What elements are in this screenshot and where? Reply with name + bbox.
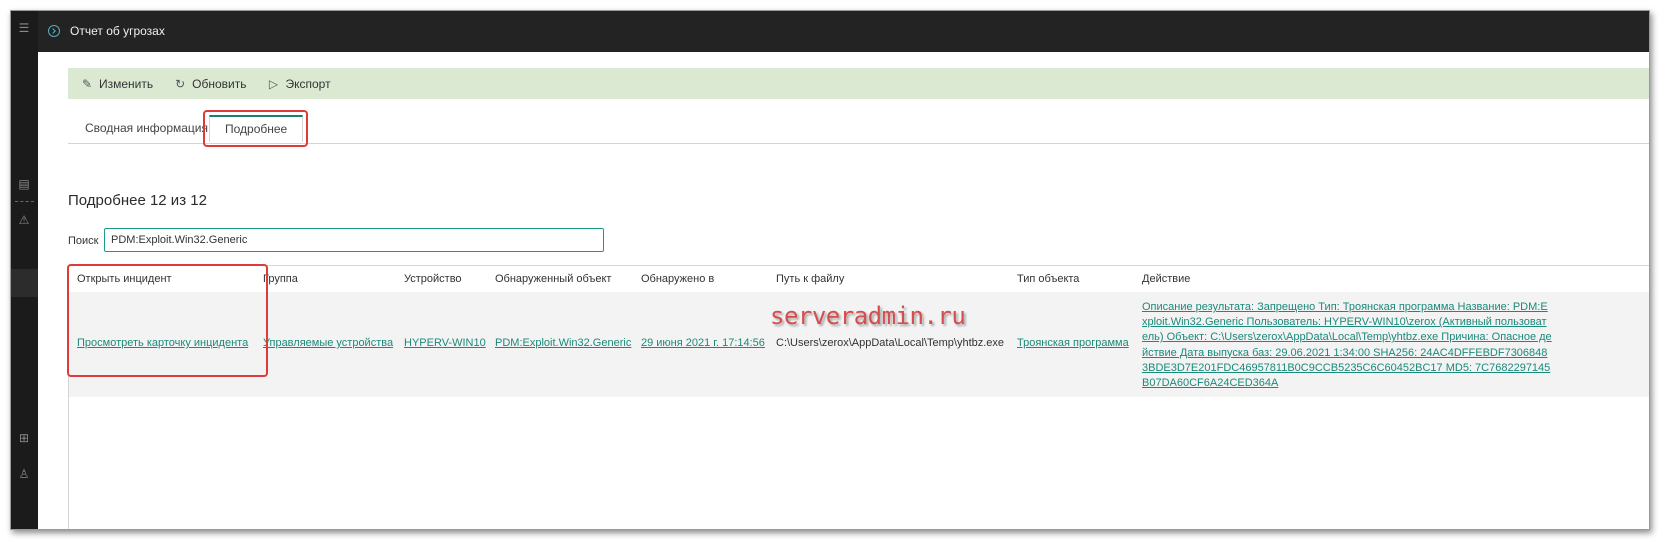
tab-details[interactable]: Подробнее [209,115,304,142]
search-label: Поиск [68,235,99,247]
pencil-icon: ✎ [81,76,93,91]
list-icon[interactable]: ▤ [17,177,31,191]
group-link[interactable]: Управляемые устройства [263,337,393,349]
back-icon[interactable] [48,25,60,37]
window-title: Отчет об угрозах [70,24,165,38]
user-icon[interactable]: ♙ [17,467,31,481]
export-button[interactable]: ▷ Экспорт [266,76,331,91]
column-device[interactable]: Устройство [404,273,462,285]
table-header: Открыть инцидент Группа Устройство Обнар… [69,265,1649,293]
object-link[interactable]: PDM:Exploit.Win32.Generic [495,337,631,349]
object-type-link[interactable]: Троянская программа [1017,337,1129,349]
play-icon: ▷ [268,76,279,91]
details-title: Подробнее 12 из 12 [68,192,207,209]
column-action[interactable]: Действие [1142,273,1190,285]
export-button-label: Экспорт [285,76,331,91]
search-input[interactable] [104,228,604,252]
action-description-link[interactable]: Описание результата: Запрещено Тип: Троя… [1142,300,1552,391]
detected-at-link[interactable]: 29 июня 2021 г. 17:14:56 [641,337,765,349]
main-content: ✎ Изменить ↻ Обновить ▷ Экспорт Сводная … [38,52,1649,529]
nav-divider [15,201,34,202]
tab-bar: Сводная информация Подробнее [68,110,1649,144]
column-detected-object[interactable]: Обнаруженный объект [495,273,611,285]
device-link[interactable]: HYPERV-WIN10 [404,337,486,349]
column-object-type[interactable]: Тип объекта [1017,273,1079,285]
menu-icon[interactable]: ☰ [17,21,31,35]
left-nav-bar: ☰ ▤ ⚠ ⊞ ♙ [11,11,38,529]
warning-icon[interactable]: ⚠ [17,213,31,227]
file-path-text: C:\Users\zerox\AppData\Local\Temp\yhtbz.… [776,337,1005,349]
watermark-text: serveradmin.ru [770,302,966,330]
tab-summary[interactable]: Сводная информация [85,121,208,135]
column-group[interactable]: Группа [263,273,298,285]
nav-active-item[interactable] [11,269,38,297]
edit-button-label: Изменить [99,76,154,91]
window-header: Отчет об угрозах [38,11,1649,52]
refresh-icon: ↻ [175,76,186,91]
edit-button[interactable]: ✎ Изменить [80,77,153,91]
hierarchy-icon[interactable]: ⊞ [17,431,31,445]
column-detected-at[interactable]: Обнаружено в [641,273,714,285]
column-file-path[interactable]: Путь к файлу [776,273,844,285]
app-frame: ☰ ▤ ⚠ ⊞ ♙ Отчет об угрозах ✎ Изменить ↻ … [10,10,1650,530]
refresh-button[interactable]: ↻ Обновить [173,77,246,91]
column-open-incident[interactable]: Открыть инцидент [77,273,172,285]
open-incident-link[interactable]: Просмотреть карточку инцидента [77,337,248,349]
toolbar: ✎ Изменить ↻ Обновить ▷ Экспорт [68,68,1649,99]
refresh-button-label: Обновить [192,76,247,91]
